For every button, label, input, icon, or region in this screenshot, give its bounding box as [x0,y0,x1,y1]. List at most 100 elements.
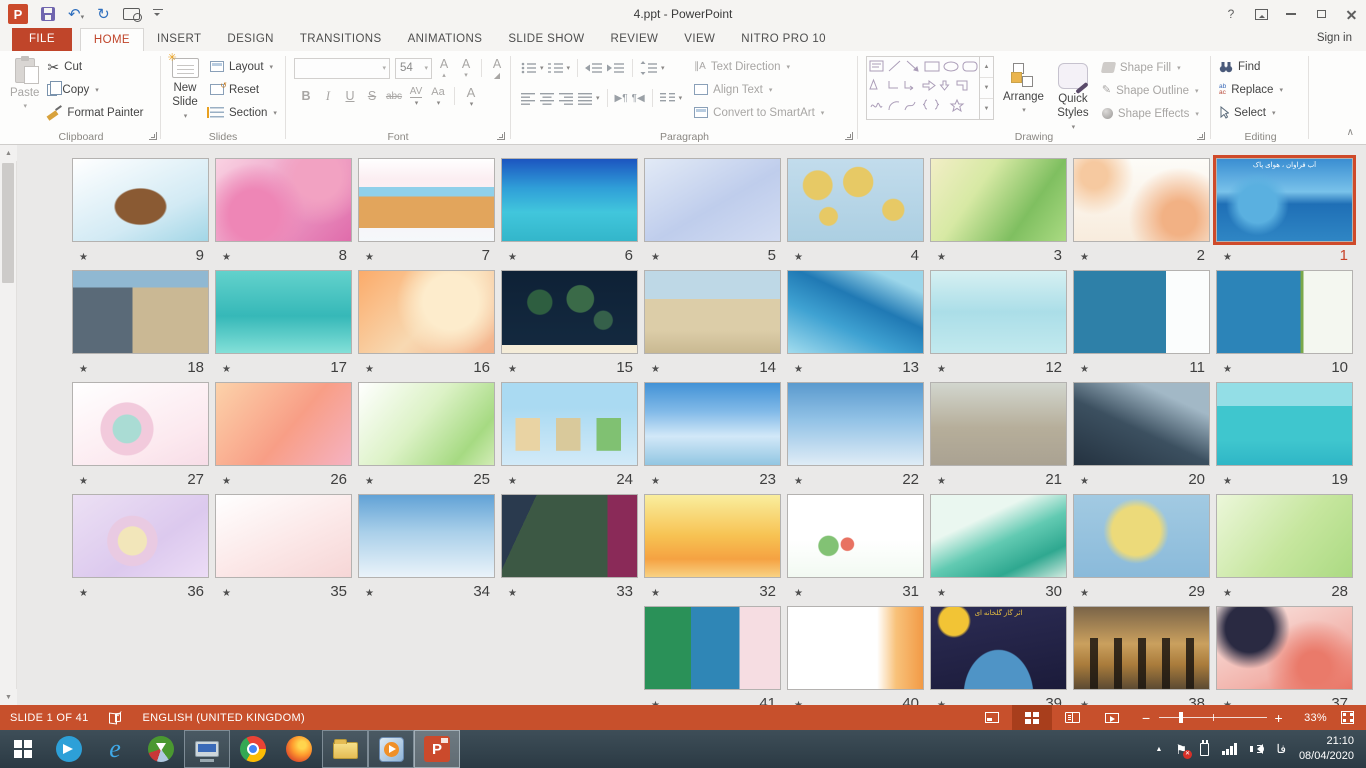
tab-slide-show[interactable]: SLIDE SHOW [495,28,597,51]
language-indicator[interactable]: ENGLISH (UNITED KINGDOM) [143,712,305,724]
hidden-icons-button[interactable]: ▲ [1155,746,1162,753]
tab-transitions[interactable]: TRANSITIONS [287,28,395,51]
zoom-in-button[interactable]: + [1275,711,1283,725]
convert-to-smartart-button[interactable]: Convert to SmartArt▾ [694,101,824,124]
font-size-combo[interactable]: 54▾ [395,58,432,79]
slide-thumbnail-3[interactable] [930,158,1067,242]
character-spacing-button[interactable]: AV▾ [406,85,426,107]
customize-qat-button[interactable] [153,9,163,19]
spell-check-icon[interactable] [109,712,123,724]
network-signal-icon[interactable] [1222,743,1237,755]
slide-thumbnail-33[interactable] [501,494,638,578]
taskbar-telegram[interactable] [46,730,92,768]
slide-thumbnail-15[interactable] [501,270,638,354]
clear-formatting-button[interactable]: A◢ [487,57,507,79]
cut-button[interactable]: ✂Cut [47,55,143,78]
columns-button[interactable]: ▾ [658,87,685,109]
tab-review[interactable]: REVIEW [598,28,672,51]
shape-effects-button[interactable]: Shape Effects▾ [1102,102,1199,125]
clock[interactable]: 21:10 08/04/2020 [1299,734,1354,764]
slide-thumbnail-24[interactable] [501,382,638,466]
decrease-indent-button[interactable] [583,57,605,79]
power-icon[interactable] [1200,743,1209,756]
slide-thumbnail-13[interactable] [787,270,924,354]
slide-thumbnail-38[interactable] [1073,606,1210,690]
find-button[interactable]: Find [1219,55,1308,78]
volume-icon[interactable] [1250,743,1264,755]
normal-view-button[interactable] [972,705,1012,730]
align-text-button[interactable]: Align Text▾ [694,78,824,101]
slide-thumbnail-25[interactable] [358,382,495,466]
tab-view[interactable]: VIEW [671,28,728,51]
slide-thumbnail-10[interactable] [1216,270,1353,354]
slide-thumbnail-16[interactable] [358,270,495,354]
quick-styles-button[interactable]: Quick Styles ▾ [1053,56,1093,133]
slide-thumbnail-39[interactable]: اثر گاز گلخانه ای [930,606,1067,690]
sign-in-link[interactable]: Sign in [1317,32,1352,44]
align-left-button[interactable] [519,87,538,109]
slide-thumbnail-19[interactable] [1216,382,1353,466]
line-spacing-button[interactable]: ▾ [638,57,667,79]
slide-thumbnail-4[interactable] [787,158,924,242]
slide-thumbnail-17[interactable] [215,270,352,354]
align-center-button[interactable] [538,87,557,109]
tab-animations[interactable]: ANIMATIONS [395,28,496,51]
slide-sorter-view-button[interactable] [1012,705,1052,730]
slide-thumbnail-29[interactable] [1073,494,1210,578]
copy-button[interactable]: Copy▾ [47,78,143,101]
paragraph-dialog-launcher[interactable] [845,132,853,140]
shrink-font-button[interactable]: A▾ [456,57,476,79]
slide-thumbnail-6[interactable] [501,158,638,242]
grow-font-button[interactable]: A▴ [434,57,454,79]
help-button[interactable]: ? [1216,0,1246,28]
undo-button[interactable]: ↶▾ [68,7,84,22]
tab-insert[interactable]: INSERT [144,28,214,51]
zoom-percentage[interactable]: 33% [1293,712,1327,724]
change-case-button[interactable]: Aa▾ [428,85,448,107]
scroll-up-arrow[interactable]: ▲ [0,145,17,161]
slide-thumbnail-22[interactable] [787,382,924,466]
ribbon-display-options-button[interactable] [1246,0,1276,28]
slide-thumbnail-32[interactable] [644,494,781,578]
shape-fill-button[interactable]: Shape Fill▾ [1102,56,1199,79]
section-button[interactable]: Section▾ [210,101,277,124]
font-name-combo[interactable]: ▾ [294,58,390,79]
language-switcher[interactable]: فا [1277,742,1286,756]
left-to-right-button[interactable]: ▶¶ [613,87,630,109]
tab-home[interactable]: HOME [80,28,144,51]
text-direction-button[interactable]: ∥AText Direction▾ [694,55,824,78]
taskbar-remote-viewer[interactable] [184,730,230,768]
slide-thumbnail-9[interactable] [72,158,209,242]
clipboard-dialog-launcher[interactable] [149,132,157,140]
shapes-more-button[interactable]: ▼ [980,99,993,119]
align-right-button[interactable] [557,87,576,109]
restore-button[interactable] [1306,0,1336,28]
font-color-button[interactable]: A▾ [461,85,481,107]
drawing-dialog-launcher[interactable] [1197,132,1205,140]
start-slideshow-icon[interactable] [123,8,140,20]
reset-button[interactable]: Reset [210,78,277,101]
replace-button[interactable]: abac Replace ▾ [1219,78,1308,101]
text-shadow-button[interactable]: abc [384,85,404,107]
slide-thumbnail-28[interactable] [1216,494,1353,578]
taskbar-file-explorer[interactable] [322,730,368,768]
slide-thumbnail-5[interactable] [644,158,781,242]
increase-indent-button[interactable] [605,57,627,79]
justify-button[interactable]: ▾ [576,87,602,109]
slide-thumbnail-14[interactable] [644,270,781,354]
slide-thumbnail-30[interactable] [930,494,1067,578]
slide-thumbnail-1[interactable]: آب فراوان ، هوای پاک [1216,158,1353,242]
zoom-slider[interactable] [1159,717,1267,718]
right-to-left-button[interactable]: ¶◀ [630,87,647,109]
reading-view-button[interactable] [1052,705,1092,730]
zoom-out-button[interactable]: − [1142,711,1150,725]
paste-button[interactable]: Paste ▾ [10,51,39,124]
layout-button[interactable]: Layout▾ [210,55,277,78]
slide-thumbnail-2[interactable] [1073,158,1210,242]
slide-thumbnail-40[interactable] [787,606,924,690]
slide-thumbnail-27[interactable] [72,382,209,466]
new-slide-button[interactable]: New Slide ▾ [166,51,204,124]
slide-thumbnail-31[interactable] [787,494,924,578]
slide-thumbnail-12[interactable] [930,270,1067,354]
zoom-slider-thumb[interactable] [1179,712,1183,723]
